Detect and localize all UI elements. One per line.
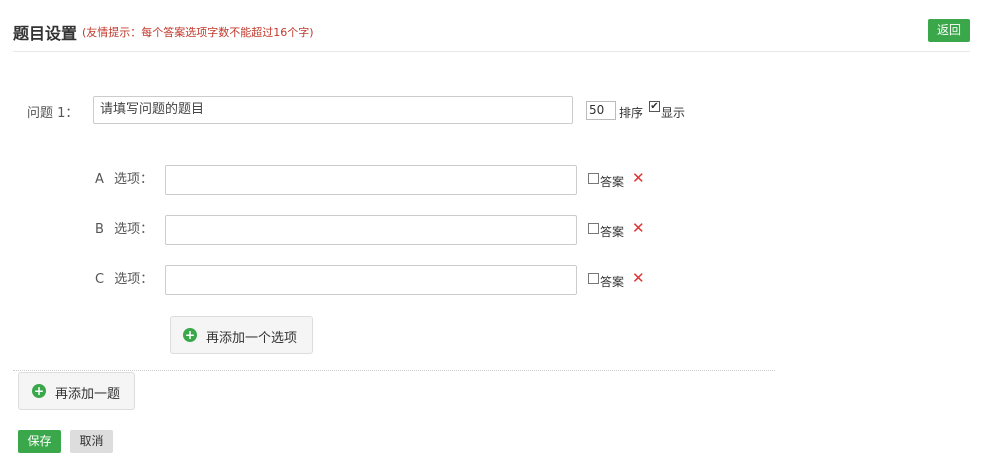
section-divider [13,370,775,371]
plus-icon: + [183,328,197,342]
option-text: 选项： [114,272,154,287]
option-input-c[interactable] [165,265,577,295]
add-option-button[interactable]: + 再添加一个选项 [170,316,313,354]
hint-text: (友情提示：每个答案选项字数不能超过16个字) [82,26,314,39]
answer-label-b: 答案 [600,225,625,239]
save-button[interactable]: 保存 [18,430,61,453]
cancel-button[interactable]: 取消 [70,430,113,453]
close-icon[interactable]: ✕ [632,271,645,286]
header-divider [13,51,970,52]
option-letter: A [95,172,104,187]
option-input-b[interactable] [165,215,577,245]
answer-label-c: 答案 [600,275,625,289]
close-icon[interactable]: ✕ [632,171,645,186]
option-label-a: A 选项： [95,168,153,187]
add-option-label: 再添加一个选项 [206,331,298,346]
option-letter: B [95,222,104,237]
answer-checkbox-a[interactable] [588,173,599,184]
question-input[interactable]: 请填写问题的题目 [93,96,573,124]
option-text: 选项： [114,222,154,237]
sort-label: 排序 [619,106,644,120]
answer-checkbox-b[interactable] [588,223,599,234]
answer-label-a: 答案 [600,175,625,189]
add-question-button[interactable]: + 再添加一题 [18,372,135,410]
option-label-c: C 选项： [95,268,153,287]
page-title: 题目设置 [13,24,78,43]
option-letter: C [95,272,105,287]
question-label: 问题 1： [27,106,79,121]
sort-input[interactable]: 50 [586,101,616,120]
show-checkbox[interactable]: ✔ [649,101,660,112]
option-text: 选项： [114,172,154,187]
option-input-a[interactable] [165,165,577,195]
answer-checkbox-c[interactable] [588,273,599,284]
add-question-label: 再添加一题 [55,387,121,402]
plus-icon: + [32,384,46,398]
close-icon[interactable]: ✕ [632,221,645,236]
option-label-b: B 选项： [95,218,153,237]
back-button[interactable]: 返回 [928,19,970,42]
show-label: 显示 [661,106,686,120]
